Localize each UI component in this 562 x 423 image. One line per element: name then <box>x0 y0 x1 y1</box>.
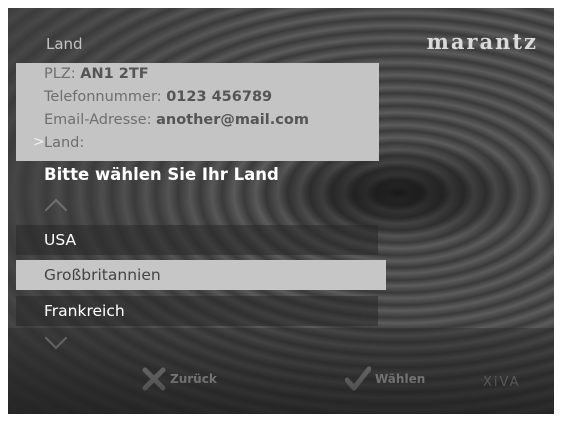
country-label: Land: <box>44 135 85 151</box>
select-label: Wählen <box>375 372 426 386</box>
back-label: Zurück <box>170 372 217 386</box>
country-line[interactable]: Land: <box>44 135 84 151</box>
postcode-label: PLZ: <box>44 66 76 82</box>
postcode-line: PLZ: AN1 2TF <box>44 66 149 82</box>
phone-label: Telefonnummer: <box>44 89 162 105</box>
xiva-logo: XiVA <box>483 375 521 390</box>
current-field-marker: > <box>33 134 45 150</box>
list-item-france[interactable]: Frankreich <box>16 296 378 326</box>
email-line: Email-Adresse: another@mail.com <box>44 112 309 128</box>
chevron-down-icon[interactable] <box>44 326 68 350</box>
tv-screen: Land marantz PLZ: AN1 2TF Telefonnummer:… <box>8 8 554 414</box>
list-item-gb-selected[interactable]: Großbritannien <box>16 260 386 290</box>
back-button[interactable]: Zurück <box>142 366 217 392</box>
x-icon <box>142 367 166 391</box>
checkmark-icon <box>345 366 371 391</box>
phone-value: 0123 456789 <box>166 89 273 105</box>
list-item-usa[interactable]: USA <box>16 225 378 255</box>
page-title: Land <box>46 35 83 53</box>
postcode-value: AN1 2TF <box>80 66 149 82</box>
select-button[interactable]: Wählen <box>345 366 425 392</box>
email-label: Email-Adresse: <box>44 112 152 128</box>
marantz-logo: marantz <box>426 29 538 54</box>
email-value: another@mail.com <box>156 112 309 128</box>
phone-line: Telefonnummer: 0123 456789 <box>44 89 272 105</box>
section-title: Bitte wählen Sie Ihr Land <box>44 165 279 184</box>
list-item-label: Großbritannien <box>44 266 161 284</box>
list-item-label: Frankreich <box>44 302 125 320</box>
list-item-label: USA <box>44 231 77 249</box>
